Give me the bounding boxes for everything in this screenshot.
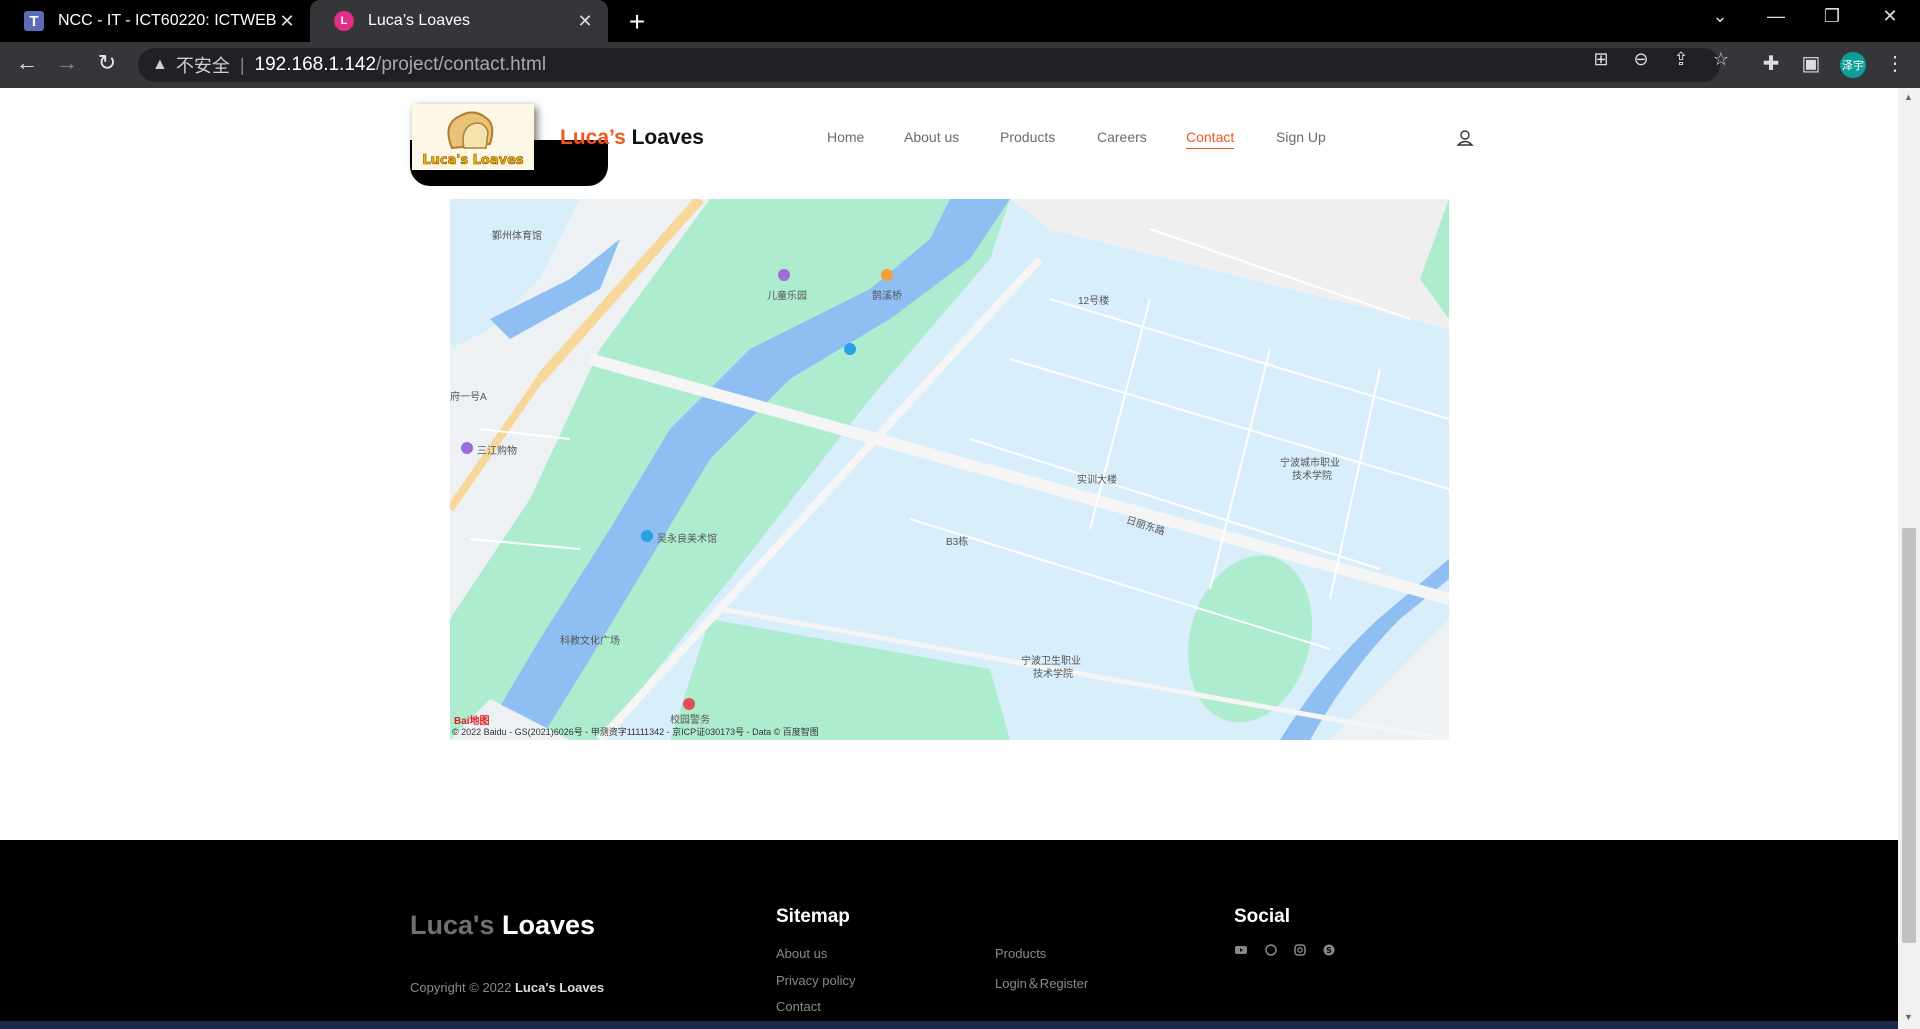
instagram-icon[interactable]: [1293, 943, 1307, 957]
address-bar[interactable]: ▲ 不安全 | 192.168.1.142 /project/contact.h…: [138, 48, 1720, 82]
map-label: 实训大楼: [1077, 475, 1117, 486]
new-tab-icon[interactable]: +: [622, 6, 652, 38]
nav-careers[interactable]: Careers: [1097, 129, 1147, 145]
close-tab-icon[interactable]: ✕: [574, 11, 596, 32]
copyright: Copyright © 2022 Luca's Loaves: [410, 980, 604, 995]
close-tab-icon[interactable]: ✕: [276, 11, 298, 32]
whatsapp-icon[interactable]: [1264, 943, 1278, 957]
footer-brand-white: Loaves: [494, 910, 596, 940]
security-label: 不安全: [175, 56, 230, 76]
forward-icon[interactable]: →: [52, 50, 82, 76]
tab-search-icon[interactable]: ⌄: [1700, 6, 1740, 27]
page-scrollbar[interactable]: ▲ ▼: [1898, 88, 1920, 1029]
baidu-map[interactable]: 鄞州体育馆 儿童乐园 鹊溪桥 12号楼 府一号A 三江购物 实训大楼 日丽东路 …: [450, 199, 1449, 740]
footer-link-about-us[interactable]: About us: [776, 946, 827, 961]
user-account-icon[interactable]: [1455, 128, 1475, 148]
close-window-icon[interactable]: ✕: [1870, 6, 1910, 27]
map-label: 鹊溪桥: [872, 291, 902, 302]
sitemap-heading: Sitemap: [776, 906, 850, 927]
url-path: /project/contact.html: [376, 54, 547, 75]
footer-link-products[interactable]: Products: [995, 946, 1046, 961]
brand-accent: Luca’s: [560, 126, 626, 149]
skype-icon[interactable]: S: [1322, 943, 1336, 957]
social-heading: Social: [1234, 906, 1290, 927]
copyright-prefix: Copyright © 2022: [410, 980, 515, 995]
share-icon[interactable]: ⇪: [1666, 49, 1696, 70]
page-content: Luca's Loaves Luca’s Loaves Home About u…: [0, 88, 1898, 1029]
reload-icon[interactable]: ↻: [92, 50, 122, 76]
tab-title: NCC - IT - ICT60220: ICTWEB5: [58, 12, 276, 29]
map-label: 技术学院: [1033, 669, 1073, 680]
profile-avatar[interactable]: 泽宇: [1840, 52, 1866, 78]
brand-rest: Loaves: [625, 126, 704, 149]
map-label: B3栋: [946, 537, 969, 548]
nav-sign-up[interactable]: Sign Up: [1276, 129, 1326, 145]
footer-brand[interactable]: Luca's Loaves: [410, 910, 595, 941]
map-label: 科教文化广场: [560, 636, 620, 647]
brand-name[interactable]: Luca’s Loaves: [560, 126, 704, 150]
tab-ncc[interactable]: T NCC - IT - ICT60220: ICTWEB5 ✕: [0, 0, 310, 42]
bottom-strip: [0, 1021, 1898, 1029]
bread-icon: Luca's Loaves: [412, 104, 534, 170]
separator: |: [239, 54, 245, 75]
site-logo[interactable]: Luca's Loaves: [412, 104, 534, 170]
nav-about-us[interactable]: About us: [904, 129, 959, 145]
restore-icon[interactable]: ❐: [1812, 6, 1852, 27]
scroll-down-icon[interactable]: ▼: [1904, 1012, 1913, 1022]
nav-contact[interactable]: Contact: [1186, 129, 1235, 149]
menu-icon[interactable]: ⋮: [1880, 51, 1910, 76]
browser-tab-bar: T NCC - IT - ICT60220: ICTWEB5 ✕ L Luca’…: [0, 0, 1920, 42]
scroll-up-icon[interactable]: ▲: [1904, 92, 1913, 102]
map-label: 鄞州体育馆: [492, 231, 542, 242]
back-icon[interactable]: ←: [12, 50, 42, 76]
scrollbar-thumb[interactable]: [1902, 528, 1916, 943]
browser-toolbar: ← → ↻ ▲ 不安全 | 192.168.1.142 /project/con…: [0, 42, 1920, 88]
svg-text:S: S: [1326, 946, 1332, 955]
footer-brand-grey: Luca's: [410, 910, 495, 940]
nav-home[interactable]: Home: [827, 129, 864, 145]
logo-text: Luca's Loaves: [422, 153, 524, 168]
tab-favicon-icon: T: [24, 11, 44, 31]
tab-title: Luca’s Loaves: [368, 12, 470, 29]
youtube-icon[interactable]: [1234, 943, 1248, 957]
map-label: 技术学院: [1292, 471, 1332, 482]
side-panel-icon[interactable]: ▣: [1796, 51, 1826, 76]
map-label: 府一号A: [450, 392, 487, 403]
footer-link-login-register[interactable]: Login＆Register: [995, 973, 1088, 992]
map-label: 吴永良美术馆: [657, 534, 717, 545]
copyright-name: Luca's Loaves: [514, 980, 605, 995]
map-label: 三江购物: [477, 446, 517, 457]
warning-icon[interactable]: ▲: [152, 56, 168, 74]
url-host: 192.168.1.142: [254, 54, 377, 75]
map-attribution: © 2022 Baidu - GS(2021)6026号 - 甲测资字11111…: [452, 727, 819, 737]
map-label: 12号楼: [1078, 296, 1110, 307]
tab-favicon-icon: L: [334, 11, 354, 31]
nav-products[interactable]: Products: [1000, 129, 1055, 145]
extensions-icon[interactable]: ✚: [1756, 51, 1786, 76]
map-label: 校园警务: [670, 715, 710, 726]
map-label: 儿童乐园: [767, 291, 807, 302]
site-footer: Luca's Loaves Copyright © 2022 Luca's Lo…: [0, 840, 1898, 1029]
footer-link-privacy-policy[interactable]: Privacy policy: [776, 973, 855, 988]
minimize-icon[interactable]: —: [1756, 6, 1796, 27]
zoom-icon[interactable]: ⊖: [1626, 49, 1656, 70]
bookmark-star-icon[interactable]: ☆: [1706, 49, 1736, 70]
translate-icon[interactable]: ⊞: [1586, 49, 1616, 70]
footer-link-contact[interactable]: Contact: [776, 999, 821, 1014]
tab-lucas-loaves[interactable]: L Luca’s Loaves ✕: [310, 0, 608, 42]
